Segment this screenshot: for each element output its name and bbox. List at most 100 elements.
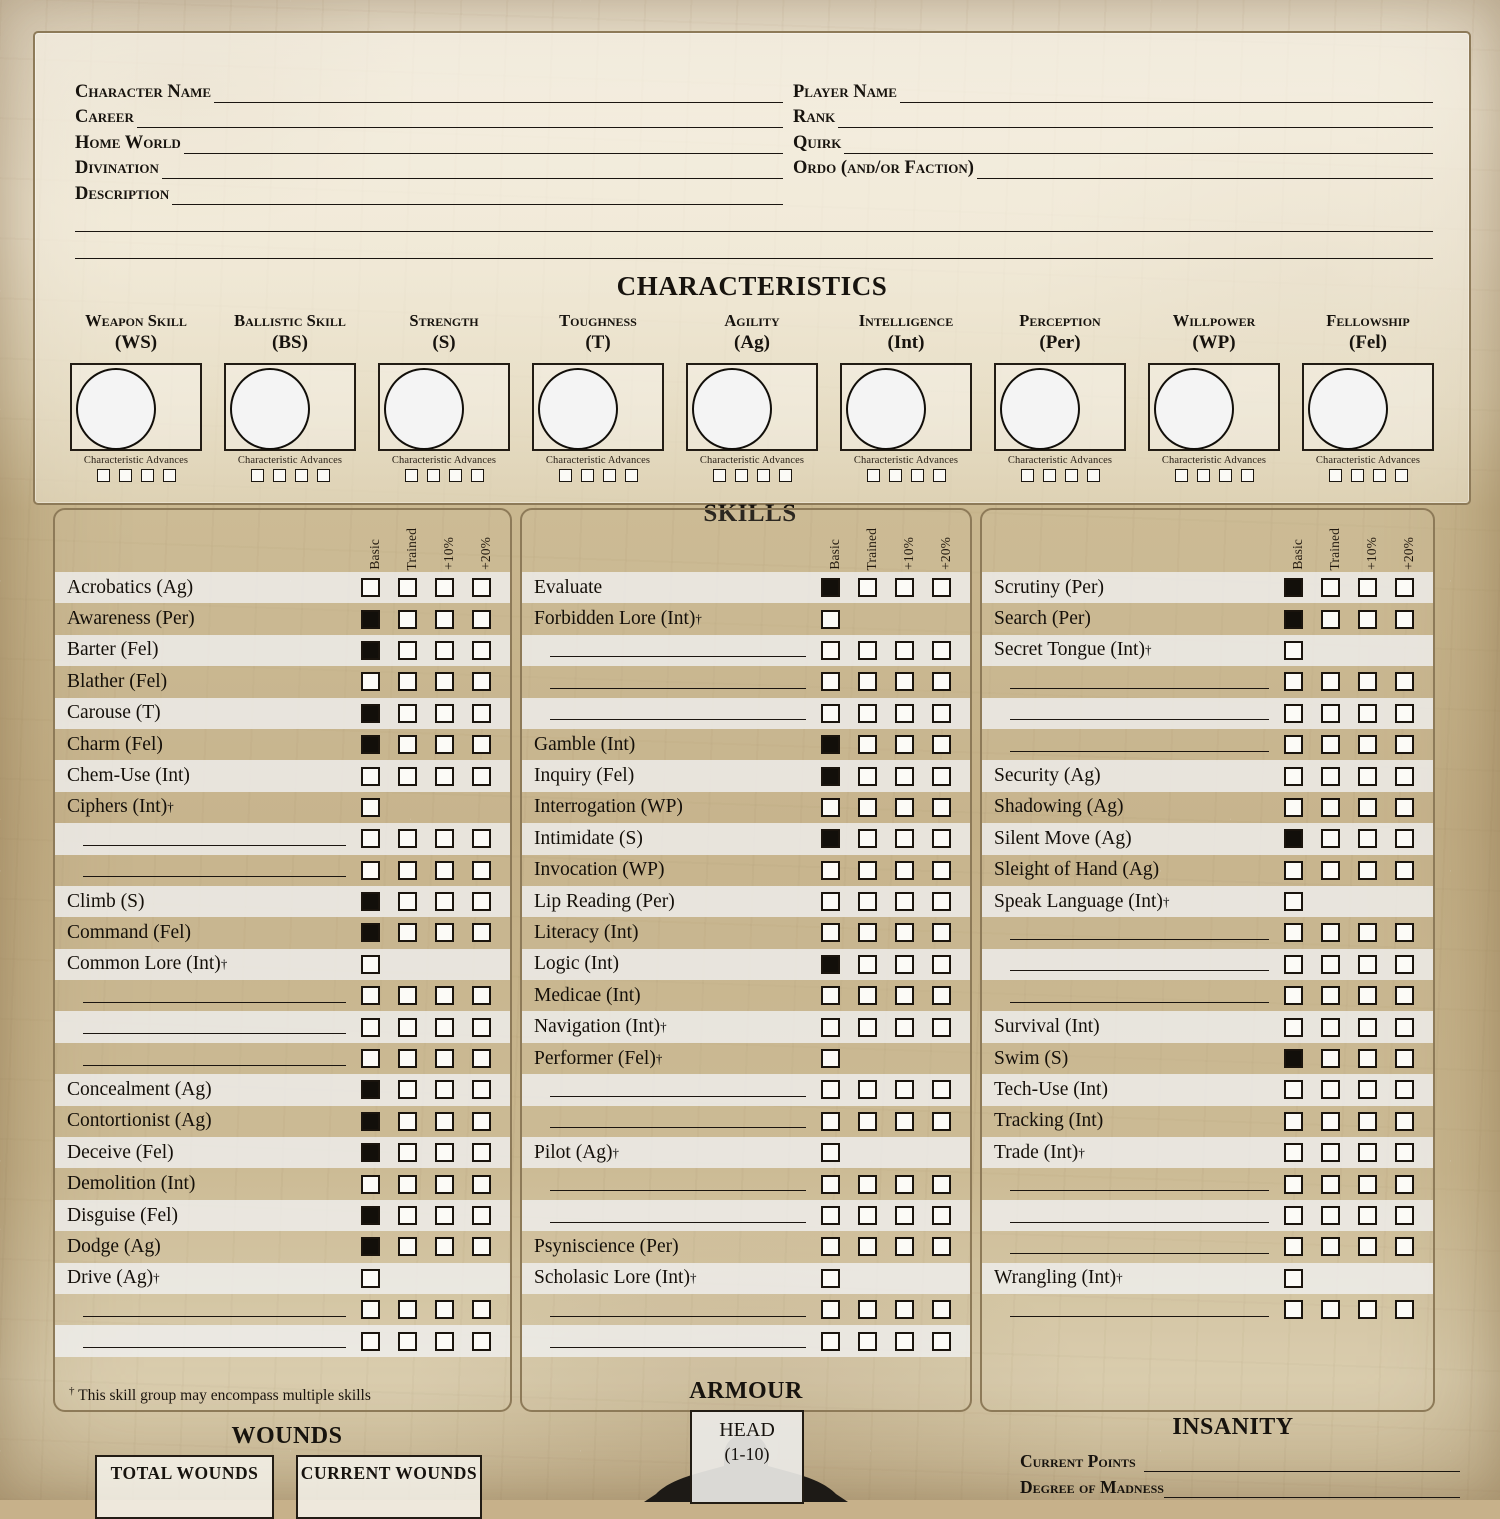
advance-checkbox[interactable]: [1350, 469, 1364, 483]
advance-checkbox[interactable]: [734, 469, 748, 483]
skill-write-in-line[interactable]: [550, 1209, 806, 1223]
skill-checkbox-20[interactable]: [932, 860, 951, 880]
skill-write-in-line[interactable]: [1010, 706, 1269, 721]
skill-checkbox-20[interactable]: [472, 1300, 491, 1320]
skill-checkbox-20[interactable]: [472, 1049, 491, 1069]
skill-checkbox-10[interactable]: [435, 703, 454, 723]
insanity-input-line[interactable]: [1163, 1482, 1460, 1498]
skill-checkbox-basic[interactable]: [361, 1206, 380, 1225]
skill-checkbox-10[interactable]: [1358, 609, 1377, 629]
skill-checkbox-trained[interactable]: [1321, 703, 1340, 723]
skill-checkbox-basic[interactable]: [821, 1143, 840, 1163]
skill-checkbox-20[interactable]: [1395, 1111, 1414, 1131]
advance-checkbox[interactable]: [272, 469, 286, 483]
skill-write-in-line[interactable]: [1010, 738, 1269, 752]
skill-checkbox-10[interactable]: [1358, 1017, 1377, 1037]
skill-write-in-line[interactable]: [1010, 1177, 1269, 1192]
skill-checkbox-basic[interactable]: [821, 1206, 840, 1225]
skill-checkbox-basic[interactable]: [821, 1300, 840, 1320]
skill-write-in-line[interactable]: [1010, 926, 1269, 940]
skill-checkbox-trained[interactable]: [398, 1017, 417, 1037]
skill-checkbox-10[interactable]: [895, 954, 914, 974]
advance-checkbox[interactable]: [932, 469, 946, 483]
skill-checkbox-10[interactable]: [1358, 986, 1377, 1006]
characteristic-value-oval[interactable]: [384, 368, 464, 451]
skill-checkbox-20[interactable]: [472, 1174, 491, 1194]
skill-checkbox-10[interactable]: [895, 640, 914, 660]
total-wounds-box[interactable]: TOTAL WOUNDS: [95, 1455, 274, 1519]
characteristic-value-box[interactable]: [532, 363, 664, 452]
skill-checkbox-20[interactable]: [1395, 609, 1414, 629]
skill-checkbox-trained[interactable]: [1321, 1206, 1340, 1225]
skill-write-in-line[interactable]: [1010, 675, 1269, 689]
skill-checkbox-basic[interactable]: [1284, 578, 1303, 598]
skill-checkbox-basic[interactable]: [821, 1111, 840, 1131]
skill-checkbox-trained[interactable]: [858, 1300, 877, 1320]
skill-checkbox-20[interactable]: [932, 954, 951, 974]
skill-checkbox-10[interactable]: [1358, 923, 1377, 943]
skill-checkbox-basic[interactable]: [821, 1174, 840, 1194]
skill-write-in-line[interactable]: [550, 1303, 806, 1317]
skill-checkbox-10[interactable]: [435, 860, 454, 880]
skill-write-in-line[interactable]: [550, 1114, 806, 1129]
skill-checkbox-20[interactable]: [932, 578, 951, 598]
skill-checkbox-trained[interactable]: [398, 735, 417, 755]
skill-checkbox-basic[interactable]: [1284, 954, 1303, 974]
skill-checkbox-trained[interactable]: [398, 1300, 417, 1320]
skill-checkbox-basic[interactable]: [361, 1300, 380, 1320]
skill-checkbox-10[interactable]: [895, 1237, 914, 1257]
skill-checkbox-20[interactable]: [472, 1111, 491, 1131]
skill-checkbox-basic[interactable]: [361, 640, 380, 660]
skill-checkbox-trained[interactable]: [398, 1080, 417, 1100]
characteristic-value-box[interactable]: [224, 363, 356, 452]
skill-checkbox-basic[interactable]: [1284, 797, 1303, 817]
skill-checkbox-trained[interactable]: [398, 578, 417, 598]
skill-checkbox-10[interactable]: [1358, 860, 1377, 880]
skill-checkbox-trained[interactable]: [1321, 797, 1340, 817]
skill-checkbox-basic[interactable]: [821, 1331, 840, 1351]
skill-checkbox-20[interactable]: [932, 923, 951, 943]
skill-write-in-line[interactable]: [550, 1177, 806, 1192]
skill-checkbox-20[interactable]: [472, 860, 491, 880]
skill-checkbox-10[interactable]: [435, 672, 454, 692]
identity-input-line[interactable]: [844, 137, 1433, 154]
advance-checkbox[interactable]: [910, 469, 924, 483]
skill-checkbox-basic[interactable]: [361, 1049, 380, 1069]
skill-checkbox-trained[interactable]: [1321, 860, 1340, 880]
skill-checkbox-10[interactable]: [895, 860, 914, 880]
skill-checkbox-basic[interactable]: [821, 578, 840, 598]
skill-checkbox-20[interactable]: [932, 1237, 951, 1257]
skill-checkbox-basic[interactable]: [1284, 1268, 1303, 1288]
skill-checkbox-trained[interactable]: [398, 1111, 417, 1131]
skill-checkbox-20[interactable]: [472, 578, 491, 598]
skill-checkbox-20[interactable]: [1395, 1080, 1414, 1100]
skill-write-in-line[interactable]: [83, 832, 346, 846]
skill-checkbox-10[interactable]: [895, 735, 914, 755]
skill-checkbox-10[interactable]: [1358, 797, 1377, 817]
characteristic-value-oval[interactable]: [1154, 368, 1234, 451]
skill-checkbox-basic[interactable]: [361, 986, 380, 1006]
skill-checkbox-20[interactable]: [472, 829, 491, 849]
skill-checkbox-basic[interactable]: [361, 1237, 380, 1257]
skill-checkbox-20[interactable]: [932, 672, 951, 692]
skill-checkbox-10[interactable]: [435, 923, 454, 943]
skill-checkbox-trained[interactable]: [398, 1143, 417, 1163]
skill-checkbox-20[interactable]: [472, 986, 491, 1006]
advance-checkbox[interactable]: [624, 469, 638, 483]
advance-checkbox[interactable]: [888, 469, 902, 483]
skill-checkbox-trained[interactable]: [858, 1017, 877, 1037]
skill-checkbox-basic[interactable]: [821, 1268, 840, 1288]
skill-checkbox-10[interactable]: [895, 923, 914, 943]
skill-checkbox-10[interactable]: [895, 1017, 914, 1037]
advance-checkbox[interactable]: [470, 469, 484, 483]
skill-checkbox-10[interactable]: [435, 1049, 454, 1069]
skill-checkbox-basic[interactable]: [361, 954, 380, 974]
advance-checkbox[interactable]: [426, 469, 440, 483]
skill-checkbox-trained[interactable]: [1321, 1111, 1340, 1131]
skill-checkbox-trained[interactable]: [1321, 578, 1340, 598]
advance-checkbox[interactable]: [96, 469, 110, 483]
skill-checkbox-basic[interactable]: [821, 1080, 840, 1100]
skill-checkbox-trained[interactable]: [1321, 735, 1340, 755]
skill-checkbox-20[interactable]: [1395, 578, 1414, 598]
skill-checkbox-trained[interactable]: [398, 1206, 417, 1225]
